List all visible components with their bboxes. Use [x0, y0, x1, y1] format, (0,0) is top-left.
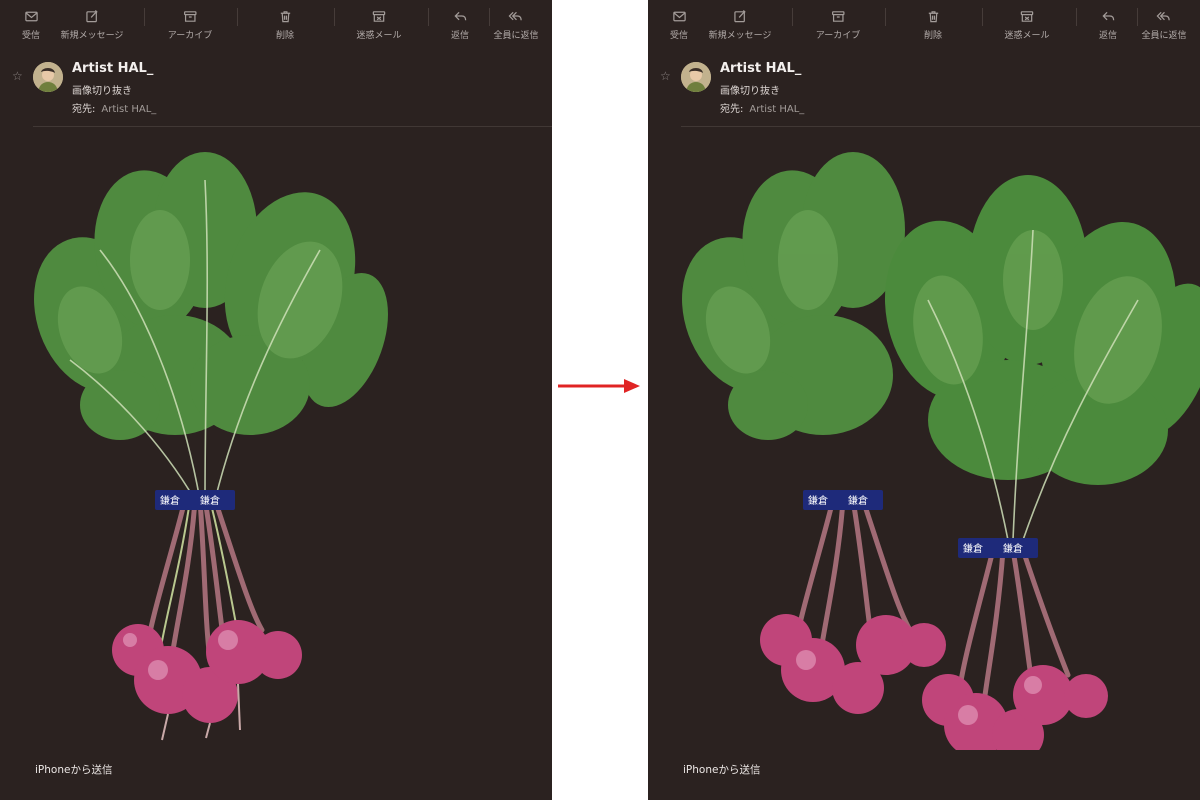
svg-text:鎌倉: 鎌倉 [848, 494, 868, 507]
inbox-icon [24, 11, 38, 22]
star-icon[interactable]: ☆ [12, 69, 23, 83]
to-value: Artist HAL_ [101, 104, 157, 115]
radish-bunch-image: 鎌倉 鎌倉 [34, 152, 388, 741]
reply-button[interactable]: 返信 [451, 9, 469, 41]
trash-icon [928, 11, 938, 23]
toolbar-divider [1137, 8, 1138, 26]
compose-icon [734, 9, 746, 23]
toolbar-divider [792, 8, 793, 26]
radish-bunches-image: 鎌倉 鎌倉 鎌倉 鎌倉 [682, 152, 1200, 750]
junk-icon [1020, 11, 1034, 22]
radishes-front [922, 665, 1108, 750]
toolbar-divider [144, 8, 145, 26]
mail-toolbar: 受信 新規メッセージ アーカイブ 削除 迷惑メール 返信 全員に返信 [0, 0, 552, 46]
subject-line: 画像切り抜き [720, 86, 780, 97]
compose-icon [86, 9, 98, 23]
trash-icon [280, 11, 290, 23]
toolbar-divider [489, 8, 490, 26]
leaves-back [682, 152, 905, 440]
reply-all-icon [508, 11, 522, 21]
radishes-back [760, 614, 946, 714]
reply-all-icon [1156, 11, 1170, 21]
header-divider [33, 126, 552, 127]
toolbar-divider [982, 8, 983, 26]
message-footer: iPhoneから送信 [35, 764, 113, 776]
archive-button[interactable]: アーカイブ [816, 9, 860, 41]
reply-icon [1101, 11, 1114, 21]
delete-button[interactable]: 削除 [276, 9, 294, 41]
archive-icon [183, 11, 197, 22]
message-header: ☆ Artist HAL_ 画像切り抜き 宛先: Artist HAL_ [648, 54, 1200, 128]
junk-button[interactable]: 迷惑メール [356, 9, 402, 41]
svg-text:鎌倉: 鎌倉 [1003, 542, 1023, 555]
subject-line: 画像切り抜き [72, 86, 132, 97]
star-icon[interactable]: ☆ [660, 69, 671, 83]
inbox-button[interactable]: 受信 [670, 9, 688, 41]
toolbar-divider [1076, 8, 1077, 26]
avatar [681, 62, 711, 92]
new-message-button[interactable]: 新規メッセージ [709, 9, 771, 41]
reply-icon [453, 11, 466, 21]
mail-panel-before: 受信 新規メッセージ アーカイブ 削除 迷惑メール 返信 全員に返信 ☆ Art… [0, 0, 552, 800]
new-message-button[interactable]: 新規メッセージ [61, 9, 123, 41]
archive-icon [831, 11, 845, 22]
recipient-row: 宛先: Artist HAL_ [720, 100, 804, 115]
toolbar-divider [334, 8, 335, 26]
reply-all-button[interactable]: 全員に返信 [1141, 9, 1187, 41]
delete-button[interactable]: 削除 [924, 9, 942, 41]
inbox-icon [672, 11, 686, 22]
svg-text:鎌倉: 鎌倉 [963, 542, 983, 555]
toolbar-divider [885, 8, 886, 26]
junk-button[interactable]: 迷惑メール [1004, 9, 1050, 41]
toolbar-divider [237, 8, 238, 26]
toolbar-divider [428, 8, 429, 26]
header-divider [681, 126, 1200, 127]
recipient-row: 宛先: Artist HAL_ [72, 100, 156, 115]
inbox-button[interactable]: 受信 [22, 9, 40, 41]
to-label: 宛先: [72, 104, 96, 115]
mail-panel-after: 受信 新規メッセージ アーカイブ 削除 迷惑メール 返信 全員に返信 ☆ Art… [648, 0, 1200, 800]
svg-text:鎌倉: 鎌倉 [160, 494, 180, 507]
mail-toolbar: 受信 新規メッセージ アーカイブ 削除 迷惑メール 返信 全員に返信 [648, 0, 1200, 46]
arrow-right-icon [558, 379, 640, 393]
reply-button[interactable]: 返信 [1099, 9, 1117, 41]
svg-text:鎌倉: 鎌倉 [808, 494, 828, 507]
avatar [33, 62, 63, 92]
svg-text:鎌倉: 鎌倉 [200, 494, 220, 507]
message-header: ☆ Artist HAL_ 画像切り抜き 宛先: Artist HAL_ [0, 54, 552, 128]
junk-icon [372, 11, 386, 22]
archive-button[interactable]: アーカイブ [168, 9, 212, 41]
sender-name: Artist HAL_ [720, 61, 802, 76]
to-value: Artist HAL_ [749, 104, 805, 115]
sender-name: Artist HAL_ [72, 61, 154, 76]
message-footer: iPhoneから送信 [683, 764, 761, 776]
reply-all-button[interactable]: 全員に返信 [493, 9, 539, 41]
to-label: 宛先: [720, 104, 744, 115]
